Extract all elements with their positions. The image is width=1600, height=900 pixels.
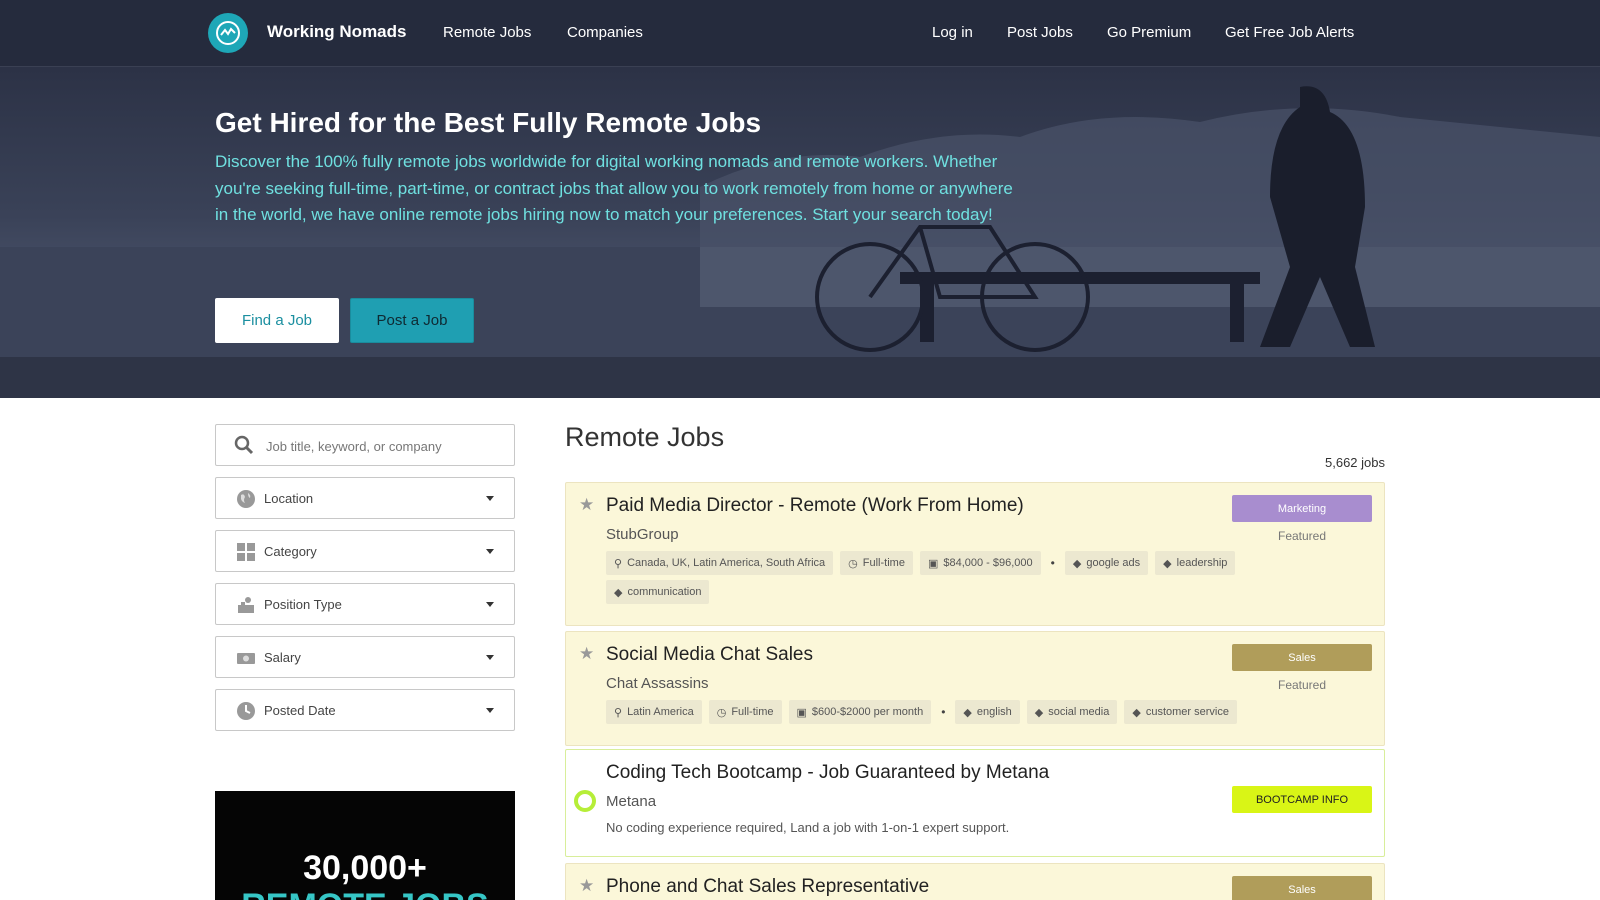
job-card[interactable]: ★ Phone and Chat Sales Representative Sa… bbox=[565, 863, 1385, 900]
job-title[interactable]: Social Media Chat Sales bbox=[606, 644, 813, 666]
star-icon[interactable]: ★ bbox=[579, 495, 594, 515]
tag-icon: ◆ bbox=[1034, 706, 1044, 719]
nav-remote-jobs[interactable]: Remote Jobs bbox=[443, 24, 531, 41]
tag-icon: ◆ bbox=[963, 706, 972, 719]
tag-icon: ◆ bbox=[614, 586, 623, 599]
money-icon: ▣ bbox=[927, 557, 939, 570]
bootcamp-info-badge[interactable]: BOOTCAMP INFO bbox=[1232, 786, 1372, 813]
job-card[interactable]: ★ Paid Media Director - Remote (Work Fro… bbox=[565, 482, 1385, 626]
hero-description: Discover the 100% fully remote jobs worl… bbox=[215, 152, 1013, 224]
skill-tag[interactable]: ◆ leadership bbox=[1155, 551, 1236, 575]
tag-icon: ◆ bbox=[1132, 706, 1141, 719]
featured-label: Featured bbox=[1277, 529, 1327, 543]
grid-icon bbox=[237, 543, 255, 561]
ad-subheadline: REMOTE JOBS bbox=[215, 887, 515, 900]
ad-headline: 30,000+ bbox=[303, 849, 427, 887]
hero-title: Get Hired for the Best Fully Remote Jobs bbox=[215, 107, 762, 138]
type-tag[interactable]: ◷ Full-time bbox=[708, 700, 782, 724]
nav-companies[interactable]: Companies bbox=[567, 24, 643, 41]
globe-icon bbox=[237, 490, 255, 508]
search-icon bbox=[234, 435, 254, 455]
money-icon bbox=[237, 653, 255, 664]
category-label: Category bbox=[264, 544, 317, 559]
skill-tag[interactable]: ◆ google ads bbox=[1064, 551, 1149, 575]
job-title[interactable]: Coding Tech Bootcamp - Job Guaranteed by… bbox=[606, 762, 1049, 784]
job-tags: ⚲ Latin America ◷ Full-time ▣ $600-$2000 pe… bbox=[606, 700, 1246, 724]
salary-tag[interactable]: ▣ $600-$2000 per month bbox=[788, 700, 932, 724]
position-type-filter[interactable]: Position Type bbox=[215, 583, 515, 625]
tag-icon: ◆ bbox=[1072, 557, 1082, 570]
post-job-button[interactable]: Post a Job bbox=[350, 298, 474, 343]
job-company[interactable]: Chat Assassins bbox=[606, 675, 709, 692]
featured-label: Featured bbox=[1277, 678, 1327, 692]
brand-name[interactable]: Working Nomads bbox=[267, 22, 406, 42]
map-pin-icon: ⚲ bbox=[614, 557, 623, 570]
location-tag[interactable]: ⚲ Latin America bbox=[606, 700, 702, 724]
clock-icon bbox=[237, 702, 255, 720]
separator: • bbox=[941, 705, 946, 719]
money-icon: ▣ bbox=[796, 706, 807, 719]
chevron-down-icon bbox=[486, 655, 494, 660]
job-title[interactable]: Paid Media Director - Remote (Work From … bbox=[606, 495, 1024, 517]
star-icon[interactable]: ★ bbox=[579, 876, 594, 896]
position-type-label: Position Type bbox=[264, 597, 342, 612]
location-filter[interactable]: Location bbox=[215, 477, 515, 519]
nav-job-alerts[interactable]: Get Free Job Alerts bbox=[1225, 24, 1354, 41]
salary-label: Salary bbox=[264, 650, 301, 665]
location-label: Location bbox=[264, 491, 314, 506]
category-badge[interactable]: Sales bbox=[1232, 644, 1372, 671]
posted-date-filter[interactable]: Posted Date bbox=[215, 689, 515, 731]
nav-log-in[interactable]: Log in bbox=[932, 24, 973, 41]
category-badge[interactable]: Sales bbox=[1232, 876, 1372, 900]
job-description: No coding experience required, Land a jo… bbox=[606, 820, 1010, 835]
jobs-count: 5,662 jobs bbox=[1325, 455, 1385, 470]
tag-icon: ◆ bbox=[1163, 557, 1172, 570]
worker-icon bbox=[238, 597, 254, 613]
clock-icon: ◷ bbox=[848, 557, 858, 570]
jobs-heading: Remote Jobs bbox=[565, 422, 725, 452]
nav-go-premium[interactable]: Go Premium bbox=[1107, 24, 1191, 41]
job-company[interactable]: StubGroup bbox=[606, 526, 679, 543]
type-tag[interactable]: ◷ Full-time bbox=[840, 551, 913, 575]
job-tags: ⚲ Canada, UK, Latin America, South Africa… bbox=[606, 551, 1246, 604]
metana-logo-icon bbox=[574, 790, 596, 812]
chevron-down-icon bbox=[486, 496, 494, 501]
skill-tag[interactable]: ◆ customer service bbox=[1124, 700, 1237, 724]
top-nav: Working Nomads Remote Jobs Companies Log… bbox=[0, 0, 1600, 67]
posted-date-label: Posted Date bbox=[264, 703, 336, 718]
category-badge[interactable]: Marketing bbox=[1232, 495, 1372, 522]
separator: • bbox=[1050, 556, 1055, 570]
nav-post-jobs[interactable]: Post Jobs bbox=[1007, 24, 1073, 41]
search-box bbox=[215, 424, 515, 466]
search-input[interactable] bbox=[266, 435, 496, 457]
hero-banner: Get Hired for the Best Fully Remote Jobs… bbox=[0, 67, 1600, 398]
salary-tag[interactable]: ▣ $84,000 - $96,000 bbox=[919, 551, 1041, 575]
find-job-button[interactable]: Find a Job bbox=[215, 298, 339, 343]
logo-icon[interactable] bbox=[208, 13, 248, 53]
chevron-down-icon bbox=[486, 549, 494, 554]
job-card[interactable]: ★ Social Media Chat Sales Chat Assassins… bbox=[565, 631, 1385, 746]
salary-filter[interactable]: Salary bbox=[215, 636, 515, 678]
star-icon[interactable]: ★ bbox=[579, 644, 594, 664]
chevron-down-icon bbox=[486, 708, 494, 713]
skill-tag[interactable]: ◆ english bbox=[955, 700, 1020, 724]
skill-tag[interactable]: ◆ social media bbox=[1026, 700, 1118, 724]
job-card-bootcamp[interactable]: Coding Tech Bootcamp - Job Guaranteed by… bbox=[565, 749, 1385, 857]
chevron-down-icon bbox=[486, 602, 494, 607]
job-title[interactable]: Phone and Chat Sales Representative bbox=[606, 876, 929, 898]
ad-banner[interactable]: 30,000+ REMOTE JOBS bbox=[215, 791, 515, 900]
location-tag[interactable]: ⚲ Canada, UK, Latin America, South Africa bbox=[606, 551, 834, 575]
map-pin-icon: ⚲ bbox=[614, 706, 623, 719]
skill-tag[interactable]: ◆ communication bbox=[606, 580, 710, 604]
category-filter[interactable]: Category bbox=[215, 530, 515, 572]
job-company[interactable]: Metana bbox=[606, 793, 656, 810]
clock-icon: ◷ bbox=[716, 706, 727, 719]
